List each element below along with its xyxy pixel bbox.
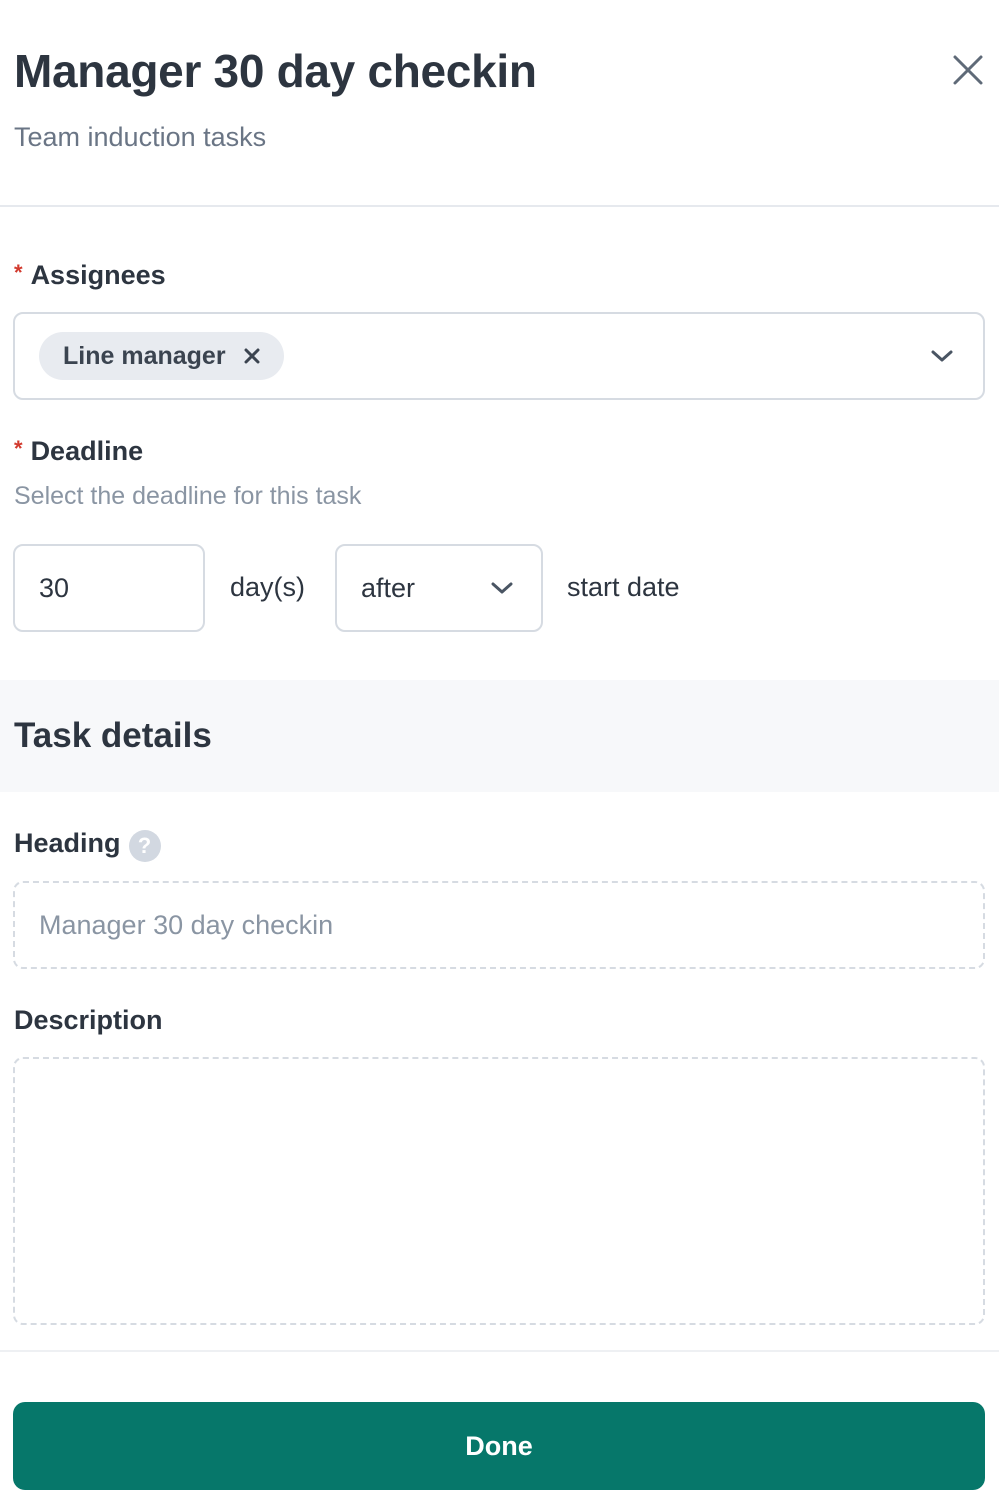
deadline-relation-dropdown-toggle [489, 575, 515, 601]
required-marker: * [14, 260, 23, 285]
description-textarea[interactable] [13, 1057, 985, 1325]
assignees-label-text: Assignees [30, 260, 166, 290]
chevron-down-icon [491, 582, 513, 594]
description-label: Description [14, 1005, 163, 1035]
page-subtitle: Team induction tasks [14, 122, 267, 152]
assignee-chip: Line manager [39, 332, 284, 380]
deadline-relation-select[interactable]: after [335, 544, 543, 632]
done-button[interactable]: Done [13, 1402, 985, 1490]
task-editor-panel: Manager 30 day checkin Team induction ta… [0, 0, 999, 1508]
deadline-hint: Select the deadline for this task [14, 482, 362, 510]
deadline-label-text: Deadline [30, 436, 144, 466]
panel-header: Manager 30 day checkin Team induction ta… [0, 0, 999, 207]
heading-input[interactable]: Manager 30 day checkin [13, 881, 985, 969]
question-icon[interactable]: ? [128, 830, 161, 862]
remove-assignee-button[interactable] [242, 346, 262, 366]
page-title: Manager 30 day checkin [14, 45, 537, 97]
heading-label-text: Heading [14, 828, 121, 858]
assignees-label: * Assignees [14, 260, 166, 291]
assignees-select[interactable]: Line manager [13, 312, 985, 400]
heading-label: Heading? [14, 828, 161, 862]
assignee-chip-label: Line manager [63, 341, 226, 370]
deadline-reference-text: start date [567, 572, 680, 602]
deadline-relation-value: after [361, 572, 416, 603]
deadline-label: * Deadline [14, 436, 143, 467]
close-icon [953, 55, 983, 85]
x-icon [244, 348, 260, 364]
deadline-unit-text: day(s) [230, 572, 306, 602]
chevron-down-icon [931, 350, 953, 362]
section-title: Task details [14, 716, 212, 755]
required-marker: * [14, 436, 23, 461]
assignees-dropdown-toggle[interactable] [929, 343, 955, 369]
close-button[interactable] [946, 48, 990, 92]
task-details-section-header: Task details [0, 680, 999, 792]
deadline-days-input[interactable]: 30 [13, 544, 205, 632]
